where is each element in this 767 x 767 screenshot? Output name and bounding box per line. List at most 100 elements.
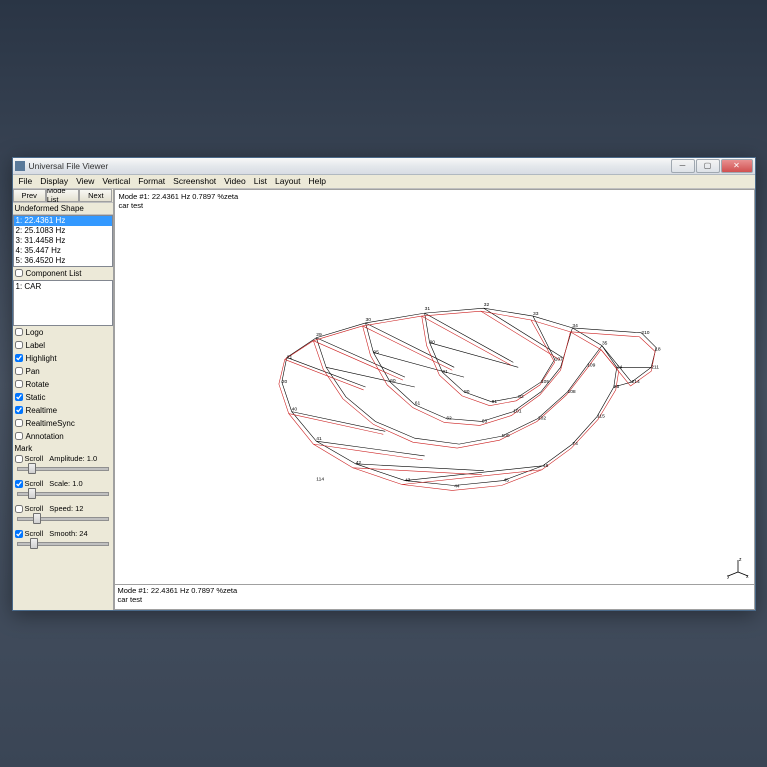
menu-format[interactable]: Format — [134, 176, 169, 186]
toggle-checkbox[interactable] — [15, 341, 23, 349]
slider-thumb[interactable] — [30, 538, 38, 549]
svg-text:33: 33 — [533, 311, 539, 317]
slider-value-label: Amplitude: 1.0 — [49, 454, 97, 464]
svg-text:95: 95 — [373, 349, 379, 355]
slider-thumb[interactable] — [33, 513, 41, 524]
component-list-label: Component List — [26, 268, 82, 279]
toggle-pan[interactable]: Pan — [13, 365, 113, 378]
toggle-checkbox[interactable] — [15, 419, 23, 427]
toggle-realtime[interactable]: Realtime — [13, 404, 113, 417]
svg-text:102: 102 — [537, 415, 545, 421]
maximize-button[interactable]: ▢ — [696, 159, 720, 173]
svg-text:31: 31 — [424, 306, 430, 312]
mode-item[interactable]: 3: 31.4458 Hz — [14, 236, 112, 246]
slider-scroll-checkbox[interactable] — [15, 530, 23, 538]
slider-track[interactable] — [13, 467, 113, 479]
mode-item[interactable]: 1: 22.4361 Hz — [14, 216, 112, 226]
svg-text:41: 41 — [316, 436, 322, 442]
window-controls: ─ ▢ ✕ — [671, 159, 753, 173]
component-list-toggle[interactable]: Component List — [13, 267, 113, 280]
svg-text:108: 108 — [567, 388, 575, 394]
svg-text:z: z — [739, 557, 742, 563]
slider-scroll-checkbox[interactable] — [15, 455, 23, 463]
svg-text:32: 32 — [483, 302, 489, 308]
svg-text:34: 34 — [572, 322, 578, 328]
toggle-checkbox[interactable] — [15, 432, 23, 440]
menu-layout[interactable]: Layout — [271, 176, 305, 186]
toggle-checkbox[interactable] — [15, 354, 23, 362]
toggle-label: Label — [26, 340, 46, 351]
toggle-label: Static — [26, 392, 46, 403]
close-button[interactable]: ✕ — [721, 159, 753, 173]
toggle-label[interactable]: Label — [13, 339, 113, 352]
toggle-checkbox[interactable] — [15, 367, 23, 375]
slider-track[interactable] — [13, 492, 113, 504]
toggle-checkbox[interactable] — [15, 406, 23, 414]
toggle-label: Logo — [26, 327, 44, 338]
svg-text:21: 21 — [286, 354, 292, 360]
content-area: Prev Mode List Next Undeformed Shape 1: … — [13, 189, 755, 610]
mode-item[interactable]: 2: 25.1083 Hz — [14, 226, 112, 236]
svg-text:82: 82 — [518, 393, 524, 399]
toggle-label: Annotation — [26, 431, 64, 442]
svg-text:81: 81 — [491, 398, 497, 404]
menu-file[interactable]: File — [15, 176, 37, 186]
status-line1: Mode #1: 22.4361 Hz 0.7897 %zeta — [118, 586, 751, 595]
toggle-logo[interactable]: Logo — [13, 326, 113, 339]
menu-video[interactable]: Video — [220, 176, 250, 186]
component-item[interactable]: 1: CAR — [16, 282, 110, 291]
viewport-3d[interactable]: Mode #1: 22.4361 Hz 0.7897 %zeta car tes… — [114, 189, 755, 585]
svg-text:29: 29 — [316, 331, 322, 337]
slider-scroll-checkbox[interactable] — [15, 480, 23, 488]
slider-value-label: Smooth: 24 — [49, 529, 87, 539]
toggle-rotate[interactable]: Rotate — [13, 378, 113, 391]
component-list[interactable]: 1: CAR — [13, 280, 113, 326]
mode-item[interactable]: 5: 36.4520 Hz — [14, 256, 112, 266]
wireframe-model: 293031 323334 354041 424344 454660 61626… — [115, 190, 754, 584]
slider-track[interactable] — [13, 517, 113, 529]
toggle-highlight[interactable]: Highlight — [13, 352, 113, 365]
svg-text:20: 20 — [281, 379, 287, 385]
menu-vertical[interactable]: Vertical — [98, 176, 134, 186]
slider-track[interactable] — [13, 542, 113, 554]
slider-row: ScrollSmooth: 24 — [13, 529, 113, 539]
titlebar[interactable]: Universal File Viewer ─ ▢ ✕ — [13, 158, 755, 175]
next-button[interactable]: Next — [79, 189, 112, 202]
minimize-button[interactable]: ─ — [671, 159, 695, 173]
slider-thumb[interactable] — [28, 488, 36, 499]
toggle-label: RealtimeSync — [26, 418, 75, 429]
svg-text:91: 91 — [442, 369, 448, 375]
svg-text:101: 101 — [513, 408, 521, 414]
status-line2: car test — [118, 595, 751, 604]
svg-text:60: 60 — [390, 378, 396, 384]
component-list-checkbox[interactable] — [15, 269, 23, 277]
slider-value-label: Speed: 12 — [49, 504, 83, 514]
slider-thumb[interactable] — [28, 463, 36, 474]
menu-list[interactable]: List — [250, 176, 271, 186]
svg-text:43: 43 — [404, 477, 410, 483]
svg-text:35: 35 — [601, 340, 607, 346]
toggle-checkbox[interactable] — [15, 380, 23, 388]
toggle-checkbox[interactable] — [15, 328, 23, 336]
slider-scroll-checkbox[interactable] — [15, 505, 23, 513]
prev-button[interactable]: Prev — [13, 189, 46, 202]
toggle-realtimesync[interactable]: RealtimeSync — [13, 417, 113, 430]
menu-view[interactable]: View — [72, 176, 98, 186]
mode-list[interactable]: 1: 22.4361 Hz 2: 25.1083 Hz 3: 31.4458 H… — [13, 215, 113, 267]
menu-display[interactable]: Display — [36, 176, 72, 186]
svg-text:107: 107 — [554, 356, 562, 362]
toggle-checkbox[interactable] — [15, 393, 23, 401]
svg-text:62: 62 — [446, 415, 452, 421]
slider-row: ScrollAmplitude: 1.0 — [13, 454, 113, 464]
toggle-annotation[interactable]: Annotation — [13, 430, 113, 443]
mode-list-button[interactable]: Mode List — [46, 189, 79, 202]
mode-item[interactable]: 4: 35.447 Hz — [14, 246, 112, 256]
menu-screenshot[interactable]: Screenshot — [169, 176, 220, 186]
menu-help[interactable]: Help — [305, 176, 330, 186]
svg-text:63: 63 — [481, 418, 487, 424]
svg-text:61: 61 — [414, 400, 420, 406]
toggle-static[interactable]: Static — [13, 391, 113, 404]
mode-list-header: Undeformed Shape — [13, 203, 113, 215]
slider-row: ScrollSpeed: 12 — [13, 504, 113, 514]
svg-text:45: 45 — [503, 477, 509, 483]
